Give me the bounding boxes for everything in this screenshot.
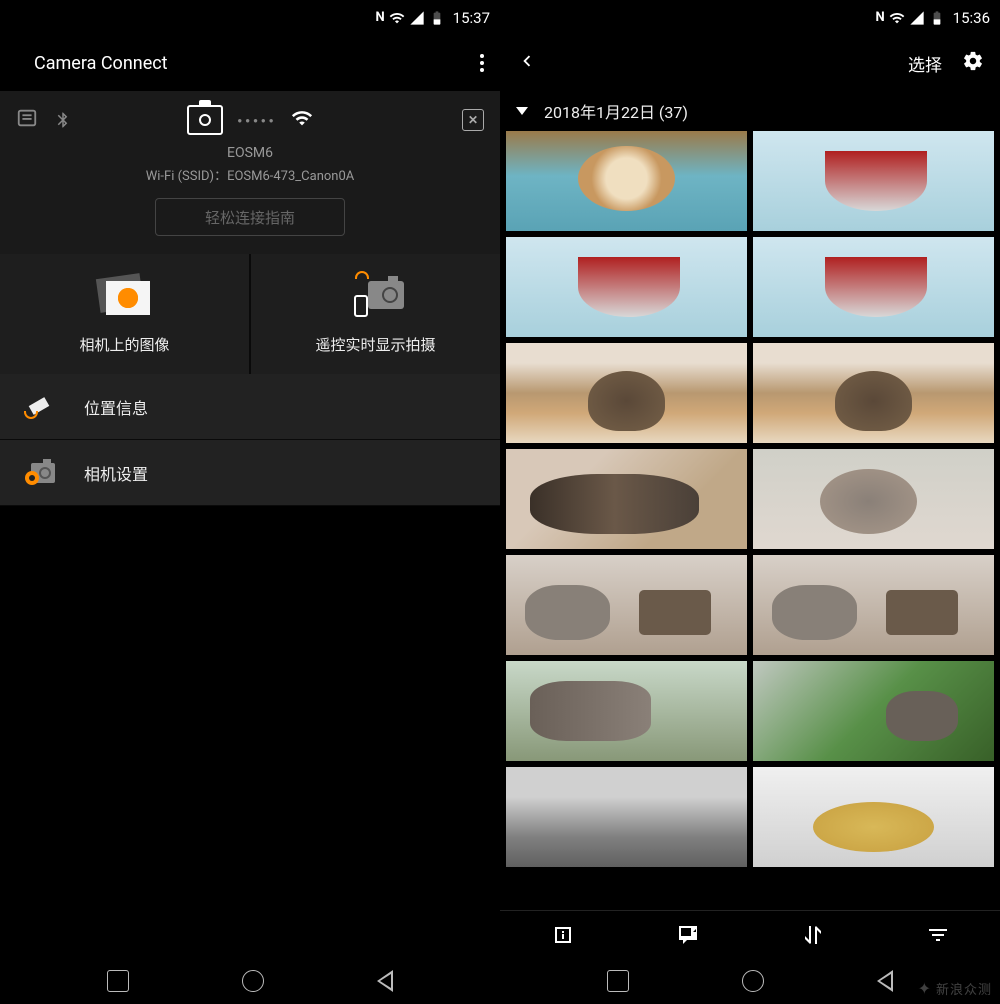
- select-button[interactable]: 选择: [908, 51, 942, 76]
- camera-gear-icon: [25, 461, 55, 485]
- battery-icon: [429, 10, 445, 26]
- photo-thumb[interactable]: [506, 555, 747, 655]
- feature-tiles: 相机上的图像 遥控实时显示拍摄: [0, 254, 500, 374]
- nfc-icon: N: [875, 10, 884, 25]
- camera-settings-item[interactable]: 相机设置: [0, 440, 500, 506]
- status-bar-left: N 15:37: [0, 0, 500, 35]
- left-screen: N 15:37 Camera Connect ●●●●●: [0, 0, 500, 1004]
- bluetooth-icon[interactable]: [54, 109, 72, 131]
- app-header-left: Camera Connect: [0, 35, 500, 91]
- back-button[interactable]: [516, 50, 538, 77]
- photo-thumb[interactable]: [506, 661, 747, 761]
- photo-thumb[interactable]: [506, 767, 747, 867]
- signal-icon: [909, 10, 925, 26]
- settings-icon[interactable]: [962, 50, 984, 77]
- photo-gallery[interactable]: [500, 131, 1000, 910]
- menu-icon[interactable]: [480, 54, 484, 72]
- nav-home[interactable]: [242, 970, 264, 992]
- satellite-icon: [26, 393, 54, 421]
- wifi-icon: [889, 10, 905, 26]
- app-header-right: 选择: [500, 35, 1000, 91]
- info-button[interactable]: [500, 911, 625, 958]
- wifi-icon: [389, 10, 405, 26]
- nfc-icon: N: [375, 10, 384, 25]
- photo-thumb[interactable]: [506, 237, 747, 337]
- list-icon[interactable]: [16, 107, 38, 133]
- nav-home[interactable]: [742, 970, 764, 992]
- ssid-line: Wi-Fi (SSID)：EOSM6-473_Canon0A: [16, 165, 484, 184]
- filter-button[interactable]: [875, 911, 1000, 958]
- watermark: ✦新浪众测: [918, 979, 992, 998]
- photos-icon: [98, 276, 152, 318]
- connection-dots: ●●●●●: [237, 116, 276, 125]
- wifi-connected-icon: [291, 107, 313, 133]
- app-title: Camera Connect: [16, 53, 168, 74]
- photo-thumb[interactable]: [753, 767, 994, 867]
- camera-icon: [187, 105, 223, 135]
- location-info-label: 位置信息: [84, 395, 148, 419]
- location-info-item[interactable]: 位置信息: [0, 374, 500, 440]
- disconnect-button[interactable]: ✕: [462, 109, 484, 131]
- nav-back[interactable]: [877, 970, 893, 992]
- remote-shoot-icon: [348, 277, 404, 317]
- photo-thumb[interactable]: [753, 131, 994, 231]
- action-bar: [500, 910, 1000, 958]
- send-button[interactable]: [625, 911, 750, 958]
- tile-camera-images-label: 相机上的图像: [79, 334, 169, 355]
- status-bar-right: N 15:36: [500, 0, 1000, 35]
- photo-thumb[interactable]: [753, 661, 994, 761]
- photo-thumb[interactable]: [753, 343, 994, 443]
- sort-button[interactable]: [750, 911, 875, 958]
- photo-thumb[interactable]: [506, 343, 747, 443]
- clock: 15:36: [953, 9, 990, 27]
- camera-settings-label: 相机设置: [84, 461, 148, 485]
- tile-remote-shooting[interactable]: 遥控实时显示拍摄: [251, 254, 500, 374]
- right-screen: N 15:36 选择 2018年1月22日 (37): [500, 0, 1000, 1004]
- photo-thumb[interactable]: [753, 449, 994, 549]
- nav-recent[interactable]: [607, 970, 629, 992]
- clock: 15:37: [453, 9, 490, 27]
- photo-thumb[interactable]: [753, 237, 994, 337]
- photo-thumb[interactable]: [753, 555, 994, 655]
- nav-back[interactable]: [377, 970, 393, 992]
- tile-remote-shooting-label: 遥控实时显示拍摄: [315, 334, 435, 355]
- tile-camera-images[interactable]: 相机上的图像: [0, 254, 251, 374]
- dropdown-icon: [516, 107, 528, 115]
- battery-icon: [929, 10, 945, 26]
- camera-name: EOSM6: [16, 145, 484, 161]
- nav-bar-left: [0, 958, 500, 1004]
- photo-thumb[interactable]: [506, 449, 747, 549]
- connection-guide-button[interactable]: 轻松连接指南: [155, 198, 345, 236]
- signal-icon: [409, 10, 425, 26]
- nav-recent[interactable]: [107, 970, 129, 992]
- date-text: 2018年1月22日 (37): [544, 99, 688, 123]
- date-header[interactable]: 2018年1月22日 (37): [500, 91, 1000, 131]
- connection-card: ●●●●● ✕ EOSM6 Wi-Fi (SSID)：EOSM6-473_Can…: [0, 91, 500, 254]
- photo-thumb[interactable]: [506, 131, 747, 231]
